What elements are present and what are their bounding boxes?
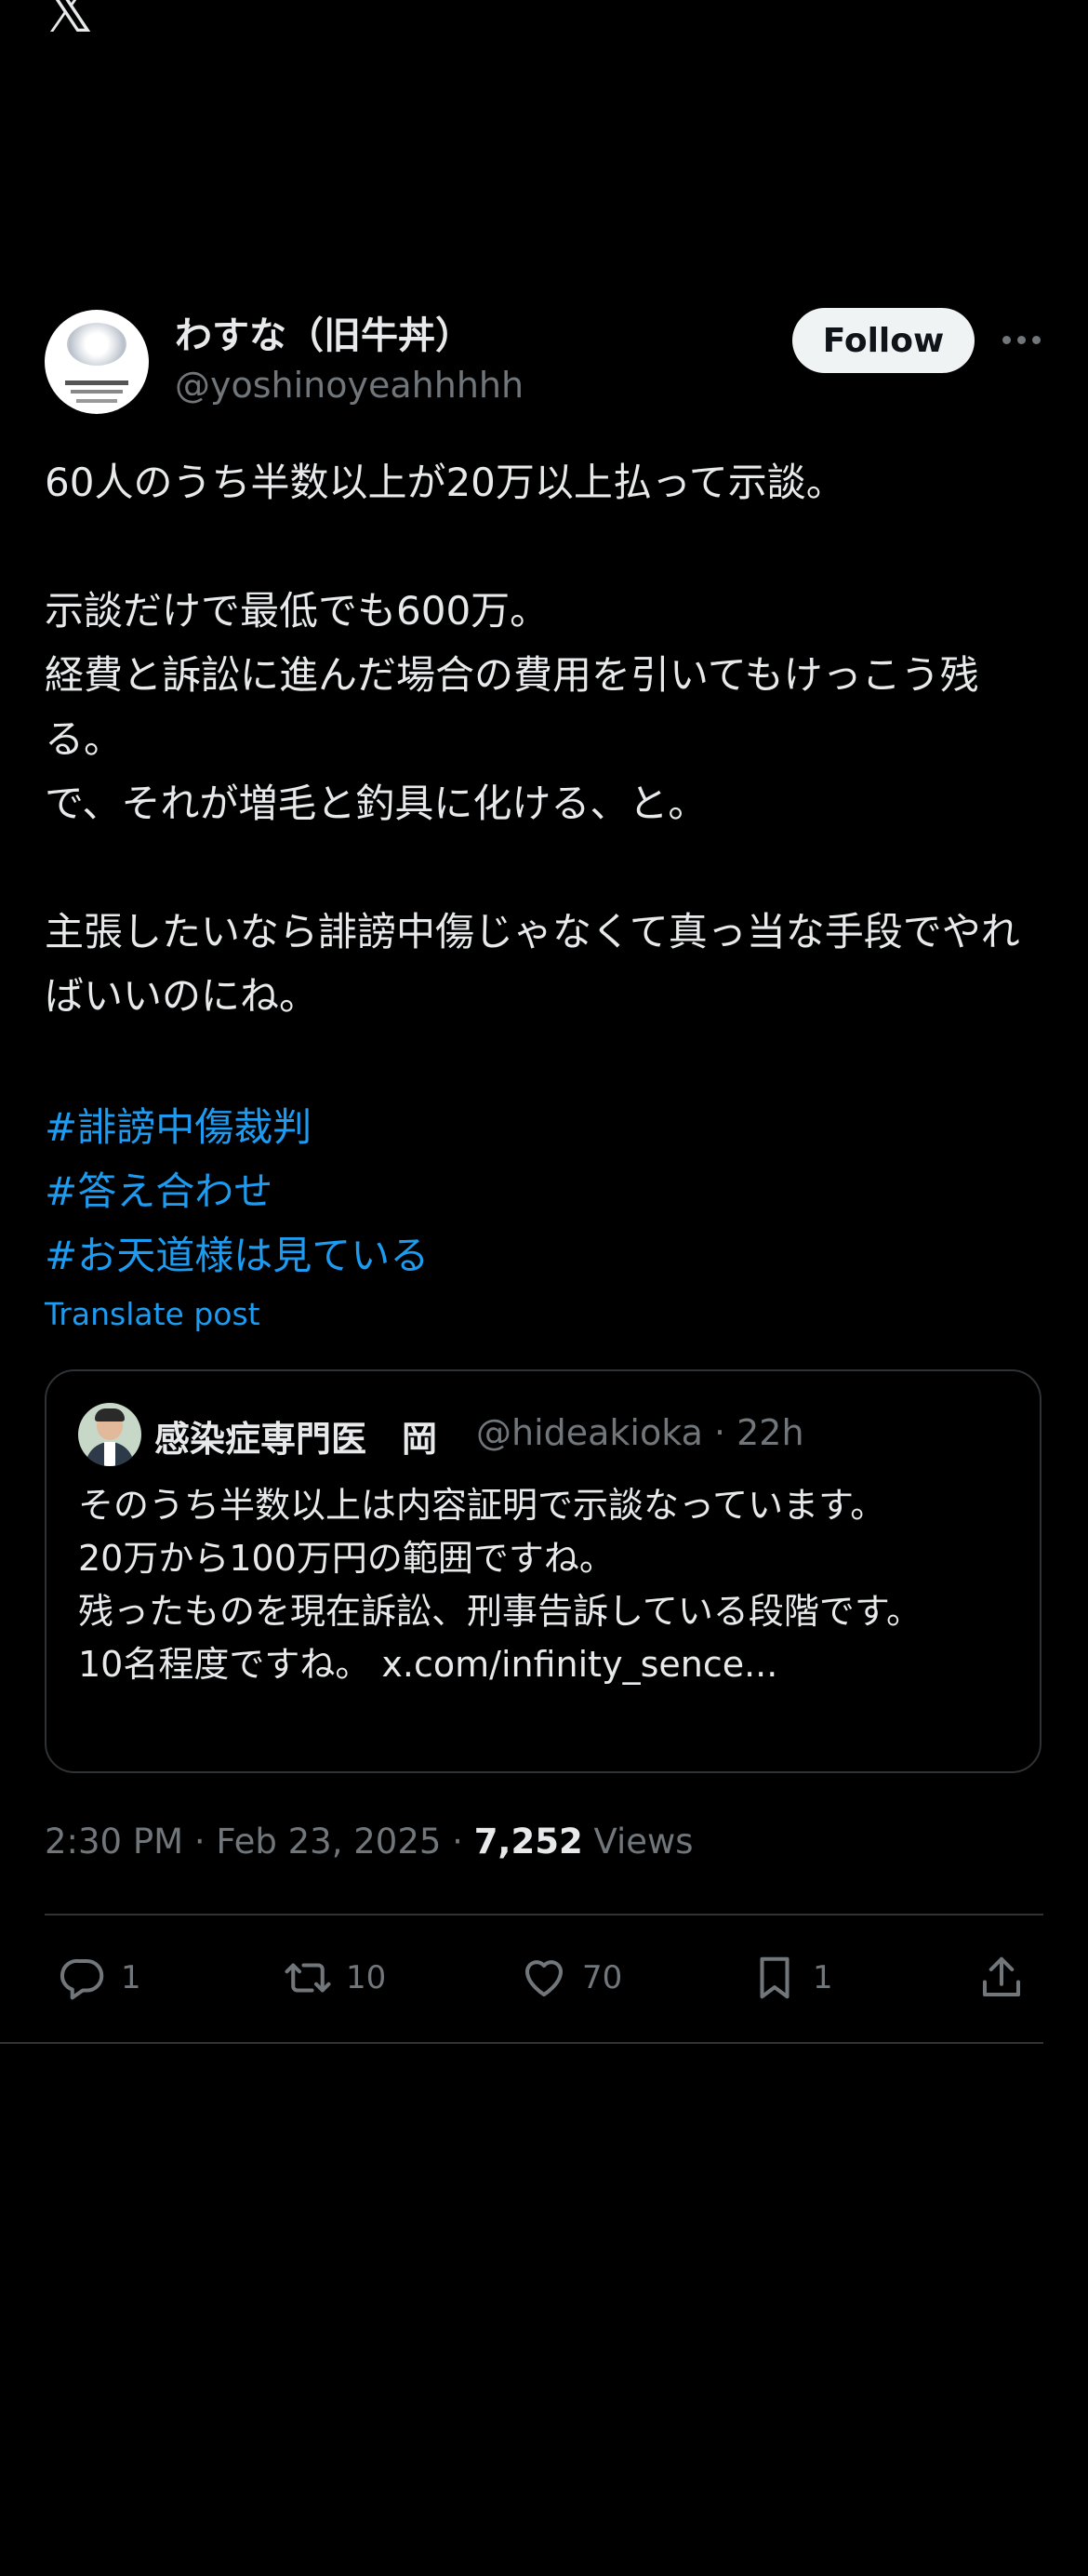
share-button[interactable] [976,1947,1040,2009]
divider [45,1914,1043,1915]
bookmark-button[interactable]: 1 [750,1947,833,2009]
heart-icon [524,1960,564,1997]
hashtag-link[interactable]: #答え合わせ [45,1160,272,1217]
repost-count: 10 [346,1959,387,1996]
bookmark-count: 1 [813,1959,833,1996]
reply-count: 1 [121,1959,141,1996]
like-button[interactable]: 70 [519,1947,622,2009]
repost-icon [285,1963,331,1993]
close-icon[interactable]: 𝕏 [43,0,94,43]
post-timestamp[interactable]: 2:30 PM · Feb 23, 2025 · [45,1822,474,1862]
views-label: Views [582,1822,694,1862]
quoted-author-name: 感染症専門医 岡 [154,1419,438,1460]
divider [0,2042,1043,2044]
reply-button[interactable]: 1 [58,1947,141,2009]
author-handle[interactable]: @yoshinoyeahhhhh [175,365,524,406]
post-metadata: 2:30 PM · Feb 23, 2025 · 7,252 Views [45,1822,694,1862]
quoted-post-text: そのうち半数以上は内容証明で示談なっています。 20万から100万円の範囲ですね… [78,1485,922,1685]
hashtag-link[interactable]: #お天道様は見ている [45,1224,429,1281]
repost-button[interactable]: 10 [283,1947,386,2009]
follow-button[interactable]: Follow [792,308,975,373]
views-count: 7,252 [473,1822,583,1862]
author-display-name[interactable]: わすな（旧牛丼） [175,305,472,359]
author-avatar[interactable] [45,310,149,414]
hashtag-link[interactable]: #誹謗中傷裁判 [45,1096,312,1153]
bookmark-icon [760,1956,789,1999]
share-icon [982,1956,1021,1997]
post-text: 60人のうち半数以上が20万以上払って示談。 示談だけで最低でも600万。 経費… [45,460,1020,1019]
quoted-author-avatar [78,1403,141,1466]
more-options-icon[interactable] [999,327,1043,355]
reply-icon [60,1958,104,2000]
like-count: 70 [582,1959,623,1996]
translate-post-link[interactable]: Translate post [45,1296,260,1332]
quoted-author-handle-time: @hideakioka · 22h [476,1412,804,1453]
